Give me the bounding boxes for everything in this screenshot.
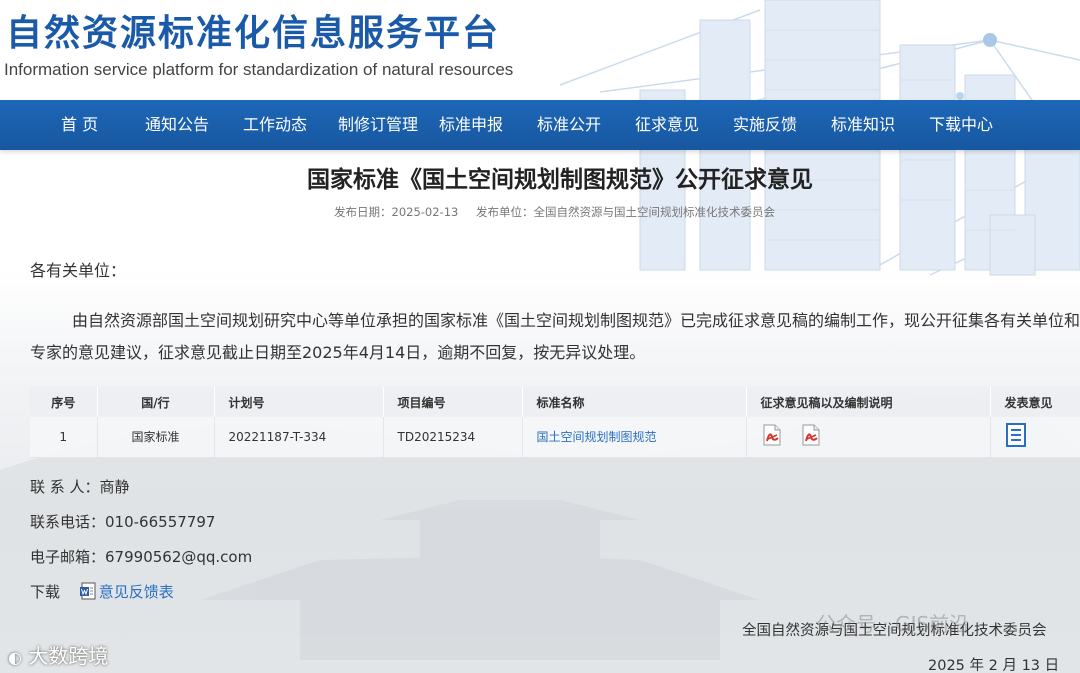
signature-date: 2025 年 2 月 13 日 bbox=[928, 658, 1060, 673]
contact-email-value: 67990562@qq.com bbox=[105, 548, 253, 566]
column-header: 发表意见 bbox=[990, 387, 1080, 417]
site-title[interactable]: 自然资源标准化信息服务平台 bbox=[6, 4, 500, 56]
standards-table: 序号 国/行 计划号 项目编号 标准名称 征求意见稿以及编制说明 发表意见 1 … bbox=[30, 387, 1080, 458]
submit-opinion-cell bbox=[990, 417, 1080, 458]
project-number: TD20215234 bbox=[383, 417, 523, 458]
publish-date: 发布日期：2025-02-13 bbox=[334, 205, 459, 219]
nav-item-download-center[interactable]: 下载中心 bbox=[929, 100, 993, 150]
column-header: 国/行 bbox=[97, 387, 215, 417]
main-navigation: 首 页 通知公告 工作动态 制修订管理 标准申报 标准公开 征求意见 实施反馈 … bbox=[0, 100, 1080, 150]
contact-phone-label: 联系电话： bbox=[30, 513, 106, 531]
feedback-form-icon[interactable] bbox=[1005, 423, 1027, 450]
contact-email: 电子邮箱：67990562@qq.com bbox=[30, 546, 252, 567]
nav-item-solicit-opinions[interactable]: 征求意见 bbox=[635, 100, 699, 150]
pdf-icon[interactable] bbox=[761, 424, 783, 449]
site-header: 自然资源标准化信息服务平台 Information service platfo… bbox=[0, 0, 1080, 100]
row-number: 1 bbox=[30, 417, 98, 458]
column-header: 标准名称 bbox=[522, 387, 747, 417]
table-row: 1 国家标准 20221187-T-334 TD20215234 国土空间规划制… bbox=[30, 417, 1080, 458]
contact-phone-value: 010-66557797 bbox=[105, 513, 216, 531]
greeting: 各有关单位： bbox=[30, 261, 127, 280]
nav-item-standard-application[interactable]: 标准申报 bbox=[439, 100, 503, 150]
download-label: 下载 bbox=[30, 583, 61, 601]
column-header: 计划号 bbox=[214, 387, 384, 417]
draft-documents-cell bbox=[746, 417, 991, 458]
column-header: 序号 bbox=[30, 387, 98, 417]
contact-person-value: 商静 bbox=[99, 478, 130, 496]
notice-body: 由自然资源部国土空间规划研究中心等单位承担的国家标准《国土空间规划制图规范》已完… bbox=[30, 311, 1080, 362]
watermark-logo-icon: ◐ bbox=[8, 648, 22, 667]
publisher: 发布单位：全国自然资源与国土空间规划标准化技术委员会 bbox=[476, 205, 775, 219]
word-document-icon[interactable] bbox=[79, 582, 97, 604]
nav-item-notices[interactable]: 通知公告 bbox=[145, 100, 209, 150]
nav-item-work-news[interactable]: 工作动态 bbox=[243, 100, 307, 150]
nav-item-implementation-feedback[interactable]: 实施反馈 bbox=[733, 100, 797, 150]
contact-person-label: 联 系 人： bbox=[30, 478, 100, 496]
nav-item-standard-knowledge[interactable]: 标准知识 bbox=[831, 100, 895, 150]
nav-item-revision-management[interactable]: 制修订管理 bbox=[338, 100, 418, 150]
corner-watermark-text: 大数跨境 bbox=[28, 644, 109, 668]
contact-phone: 联系电话：010-66557797 bbox=[30, 511, 215, 532]
feedback-form-download-link[interactable]: 意见反馈表 bbox=[99, 583, 174, 601]
article-title: 国家标准《国土空间规划制图规范》公开征求意见 bbox=[307, 167, 813, 193]
download-row: 下载 意见反馈表 bbox=[30, 581, 174, 604]
standard-type: 国家标准 bbox=[97, 417, 215, 458]
corner-watermark: ◐ 大数跨境 bbox=[8, 640, 108, 669]
contact-person: 联 系 人：商静 bbox=[30, 476, 130, 497]
column-header: 项目编号 bbox=[383, 387, 523, 417]
nav-item-home[interactable]: 首 页 bbox=[61, 100, 98, 150]
column-header: 征求意见稿以及编制说明 bbox=[746, 387, 991, 417]
nav-item-standard-disclosure[interactable]: 标准公开 bbox=[537, 100, 601, 150]
pdf-icon[interactable] bbox=[800, 424, 822, 449]
standard-name-cell: 国土空间规划制图规范 bbox=[522, 417, 747, 458]
standard-name-link[interactable]: 国土空间规划制图规范 bbox=[537, 430, 657, 444]
contact-email-label: 电子邮箱： bbox=[30, 548, 106, 566]
plan-number: 20221187-T-334 bbox=[214, 417, 384, 458]
site-subtitle: Information service platform for standar… bbox=[4, 60, 514, 79]
wechat-watermark: 公众号 · GIS前沿 bbox=[816, 612, 970, 636]
table-header-row: 序号 国/行 计划号 项目编号 标准名称 征求意见稿以及编制说明 发表意见 bbox=[30, 387, 1080, 417]
